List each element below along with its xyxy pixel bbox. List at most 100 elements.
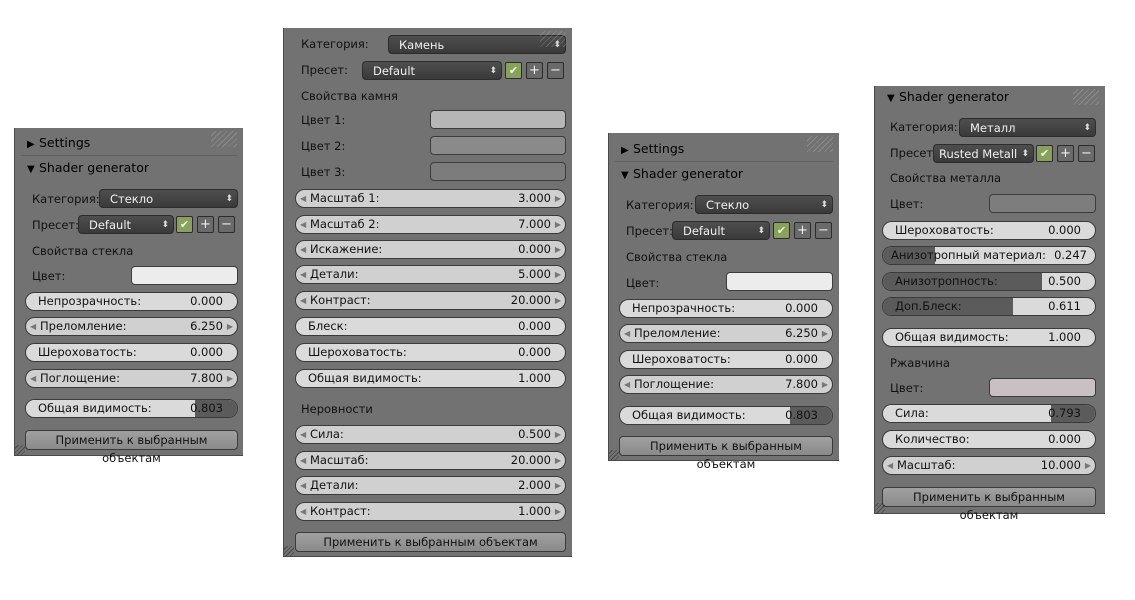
remove-preset-minus-icon[interactable]: −: [547, 62, 564, 79]
bump-strength-field[interactable]: ◀ Сила: 0.500 ▶: [295, 425, 566, 444]
category-dropdown[interactable]: Камень ⬍: [388, 35, 566, 54]
add-preset-plus-icon[interactable]: +: [526, 62, 543, 79]
rust-scale-field[interactable]: ◀ Масштаб: 10.000 ▶: [882, 456, 1096, 475]
arrow-left-icon[interactable]: ◀: [300, 452, 306, 469]
preset-label: Пресет:: [626, 224, 673, 238]
absorption-field[interactable]: ◀ Поглощение: 7.800 ▶: [619, 375, 833, 394]
preset-dropdown[interactable]: Default ⬍: [672, 221, 770, 240]
refraction-field[interactable]: ◀ Преломление: 6.250 ▶: [25, 317, 238, 336]
bump-contrast-field[interactable]: ◀ Контраст: 1.000 ▶: [295, 502, 566, 521]
resize-corner[interactable]: [875, 503, 885, 513]
overall-visibility-slider[interactable]: Общая видимость: 0.803: [619, 406, 833, 425]
arrow-right-icon[interactable]: ▶: [555, 190, 561, 207]
arrow-left-icon[interactable]: ◀: [300, 477, 306, 494]
settings-header[interactable]: ▶ Settings: [27, 134, 90, 152]
resize-corner[interactable]: [284, 546, 294, 556]
arrow-left-icon[interactable]: ◀: [300, 292, 306, 309]
add-preset-plus-icon[interactable]: +: [1057, 145, 1074, 162]
arrow-left-icon[interactable]: ◀: [300, 216, 306, 233]
overall-visibility-slider[interactable]: Общая видимость: 0.803: [25, 399, 238, 418]
arrow-left-icon[interactable]: ◀: [300, 426, 306, 443]
preset-dropdown[interactable]: Rusted Metall ⬍: [933, 144, 1034, 163]
arrow-left-icon[interactable]: ◀: [300, 266, 306, 283]
arrow-left-icon[interactable]: ◀: [300, 503, 306, 520]
arrow-right-icon[interactable]: ▶: [555, 266, 561, 283]
save-preset-check-icon[interactable]: ✔: [505, 62, 522, 79]
gloss-slider[interactable]: Блеск: 0.000: [295, 317, 566, 336]
arrow-right-icon[interactable]: ▶: [227, 318, 233, 335]
color-label: Цвет:: [626, 276, 660, 290]
arrow-left-icon[interactable]: ◀: [30, 318, 36, 335]
save-preset-check-icon[interactable]: ✔: [773, 222, 790, 239]
arrow-left-icon[interactable]: ◀: [624, 376, 630, 393]
remove-preset-minus-icon[interactable]: −: [218, 216, 235, 233]
apply-button[interactable]: Применить к выбранным объектам: [25, 430, 238, 465]
resize-corner[interactable]: [609, 450, 619, 460]
roughness-slider[interactable]: Шероховатость: 0.000: [295, 343, 566, 362]
bump-detail-field[interactable]: ◀ Детали: 2.000 ▶: [295, 476, 566, 495]
bump-scale-field[interactable]: ◀ Масштаб: 20.000 ▶: [295, 451, 566, 470]
remove-preset-minus-icon[interactable]: −: [815, 222, 832, 239]
apply-button[interactable]: Применить к выбранным объектам: [619, 436, 833, 471]
category-dropdown[interactable]: Металл ⬍: [959, 118, 1096, 137]
category-dropdown[interactable]: Стекло ⬍: [695, 195, 833, 214]
arrow-right-icon[interactable]: ▶: [555, 477, 561, 494]
arrow-left-icon[interactable]: ◀: [30, 370, 36, 387]
rust-strength-slider[interactable]: Сила: 0.793: [882, 404, 1096, 423]
save-preset-check-icon[interactable]: ✔: [176, 216, 193, 233]
distortion-field[interactable]: ◀ Искажение: 0.000 ▶: [295, 240, 566, 259]
arrow-right-icon[interactable]: ▶: [822, 325, 828, 342]
preset-dropdown[interactable]: Default ⬍: [362, 61, 502, 80]
arrow-left-icon[interactable]: ◀: [300, 190, 306, 207]
overall-visibility-slider[interactable]: Общая видимость: 1.000: [882, 328, 1096, 347]
arrow-right-icon[interactable]: ▶: [555, 452, 561, 469]
arrow-right-icon[interactable]: ▶: [555, 426, 561, 443]
shader-generator-header[interactable]: ▼ Shader generator: [887, 88, 1009, 106]
opacity-slider[interactable]: Непрозрачность: 0.000: [25, 292, 238, 311]
arrow-left-icon[interactable]: ◀: [887, 457, 893, 474]
arrow-left-icon[interactable]: ◀: [624, 325, 630, 342]
color-swatch[interactable]: [726, 272, 833, 291]
arrow-right-icon[interactable]: ▶: [1085, 457, 1091, 474]
add-preset-plus-icon[interactable]: +: [197, 216, 214, 233]
anisotropic-material-slider[interactable]: Анизотропный материал: 0.247: [882, 246, 1096, 265]
arrow-right-icon[interactable]: ▶: [555, 292, 561, 309]
shader-generator-header[interactable]: ▼ Shader generator: [621, 165, 743, 183]
rust-color-swatch[interactable]: [989, 378, 1096, 397]
extra-gloss-slider[interactable]: Доп.Блеск: 0.611: [882, 297, 1096, 316]
apply-button[interactable]: Применить к выбранным объектам: [882, 487, 1096, 522]
apply-button[interactable]: Применить к выбранным объектам: [295, 532, 566, 552]
scale2-field[interactable]: ◀ Масштаб 2: 7.000 ▶: [295, 215, 566, 234]
preset-dropdown[interactable]: Default ⬍: [78, 215, 174, 234]
settings-header[interactable]: ▶ Settings: [621, 140, 684, 158]
refraction-field[interactable]: ◀ Преломление: 6.250 ▶: [619, 324, 833, 343]
arrow-right-icon[interactable]: ▶: [227, 370, 233, 387]
arrow-right-icon[interactable]: ▶: [822, 376, 828, 393]
color1-swatch[interactable]: [430, 110, 566, 129]
add-preset-plus-icon[interactable]: +: [794, 222, 811, 239]
color-swatch[interactable]: [989, 194, 1096, 213]
arrow-right-icon[interactable]: ▶: [555, 241, 561, 258]
save-preset-check-icon[interactable]: ✔: [1036, 145, 1053, 162]
roughness-slider[interactable]: Шероховатость: 0.000: [25, 343, 238, 362]
rust-amount-slider[interactable]: Количество: 0.000: [882, 430, 1096, 449]
roughness-slider[interactable]: Шероховатость: 0.000: [882, 221, 1096, 240]
contrast-field[interactable]: ◀ Контраст: 20.000 ▶: [295, 291, 566, 310]
color-swatch[interactable]: [131, 266, 238, 285]
remove-preset-minus-icon[interactable]: −: [1078, 145, 1095, 162]
opacity-slider[interactable]: Непрозрачность: 0.000: [619, 299, 833, 318]
color2-swatch[interactable]: [430, 136, 566, 155]
arrow-left-icon[interactable]: ◀: [300, 241, 306, 258]
roughness-slider[interactable]: Шероховатость: 0.000: [619, 350, 833, 369]
scale1-field[interactable]: ◀ Масштаб 1: 3.000 ▶: [295, 189, 566, 208]
anisotropy-slider[interactable]: Анизотропность: 0.500: [882, 272, 1096, 291]
absorption-field[interactable]: ◀ Поглощение: 7.800 ▶: [25, 369, 238, 388]
overall-visibility-slider[interactable]: Общая видимость: 1.000: [295, 369, 566, 388]
shader-generator-header[interactable]: ▼ Shader generator: [27, 159, 149, 177]
detail-field[interactable]: ◀ Детали: 5.000 ▶: [295, 265, 566, 284]
arrow-right-icon[interactable]: ▶: [555, 216, 561, 233]
arrow-right-icon[interactable]: ▶: [555, 503, 561, 520]
resize-corner[interactable]: [15, 445, 25, 455]
category-dropdown[interactable]: Стекло ⬍: [99, 189, 238, 208]
color3-swatch[interactable]: [430, 162, 566, 181]
